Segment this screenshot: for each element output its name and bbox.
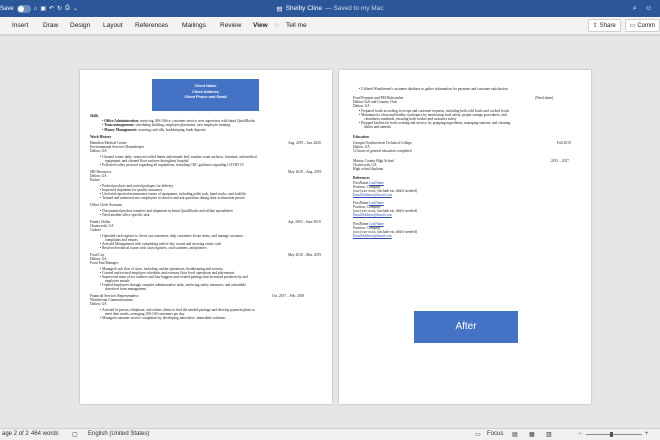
tab-mailings[interactable]: Mailings — [182, 17, 206, 35]
job-bullet: • Trained and mentored new employees to … — [100, 195, 245, 200]
lightbulb-icon: ◌ — [275, 22, 279, 29]
zoom-in-icon[interactable]: + — [645, 431, 649, 437]
ribbon-divider — [0, 35, 660, 36]
tab-review[interactable]: Review — [220, 17, 241, 35]
references-heading: References — [353, 175, 370, 180]
comments-button[interactable]: ▭ Comm — [624, 19, 660, 32]
zoom-slider[interactable] — [586, 434, 642, 435]
zoom-slider-handle[interactable] — [610, 432, 613, 437]
job-date: May 2019 – Aug. 2019 — [288, 170, 322, 174]
share-icon: ⇪ — [592, 23, 598, 29]
document-page-1[interactable]: Client Name Client Address Client Phone … — [80, 70, 332, 404]
focus-button[interactable]: Focus — [487, 431, 503, 437]
comment-icon: ▭ — [629, 23, 636, 29]
skill-label: Office Administration: — [104, 118, 140, 123]
skill-item: • Money Management: counting cash tills,… — [102, 127, 206, 132]
language[interactable]: English (United States) — [88, 431, 149, 437]
skill-label: Team management: — [104, 123, 135, 128]
account-icon[interactable]: ☺ — [645, 5, 652, 12]
tab-references[interactable]: References — [135, 17, 168, 35]
search-icon[interactable]: ⌕ — [633, 5, 637, 13]
after-label-box: After — [414, 311, 518, 343]
header-client-contact: Client Phone and Email — [184, 95, 227, 99]
tab-draw[interactable]: Draw — [43, 17, 58, 35]
skill-item: • Office Administration: invoicing, MS O… — [102, 118, 256, 123]
share-button[interactable]: ⇪ Share — [587, 19, 621, 32]
tab-design[interactable]: Design — [70, 17, 90, 35]
proofing-icon[interactable]: ▢ — [72, 431, 78, 438]
job-bullet: • Utilized Windstream's customer databas… — [359, 87, 508, 91]
education-detail: 12 hours of general education completed — [353, 148, 412, 153]
job-bullet: directives from management. — [105, 286, 148, 291]
education-date: Fall 2019 — [557, 140, 571, 145]
job-organization: Office Clerk Assistant — [90, 203, 122, 207]
job-detail: Dalton, GA — [90, 302, 107, 306]
focus-icon[interactable]: ▭ — [475, 431, 481, 438]
skill-item: • Team management: scheduling building, … — [102, 123, 230, 128]
ribbon-tabs: Insert Draw Design Layout References Mai… — [0, 17, 660, 35]
reference-email[interactable]: EmailAddress@email.com — [353, 193, 392, 197]
skill-text: counting cash tills, bookkeeping, bank d… — [137, 127, 206, 132]
skills-heading: Skills — [90, 114, 99, 118]
job-detail: Front End Manager — [90, 261, 119, 265]
tab-insert[interactable]: Insert — [12, 17, 28, 35]
skill-text: scheduling building, employee placement,… — [134, 123, 230, 128]
comments-label: Comm — [637, 22, 655, 29]
work-history-heading: Work History — [90, 135, 112, 140]
skill-text: invoicing, MS Office, customer service, … — [139, 118, 256, 123]
tab-view[interactable]: View — [253, 17, 268, 35]
job-date: (Need dates) — [535, 95, 554, 100]
education-date: 2013 – 2017 — [551, 158, 569, 163]
reference-email[interactable]: EmailAddress@email.com — [353, 234, 392, 238]
contact-header-box: Client Name Client Address Client Phone … — [152, 79, 259, 111]
job-date: Apr. 2019 – June 2019 — [288, 220, 321, 224]
job-date: May 2018 – Mar. 2019 — [288, 253, 322, 257]
share-label: Share — [599, 22, 616, 29]
job-detail: Cashier — [90, 228, 101, 232]
page-count[interactable]: age 2 of 2 — [2, 431, 29, 437]
job-date: Aug. 2019 – Jun. 2020 — [288, 141, 321, 145]
document-name: Shelby Cline — [285, 5, 323, 12]
job-bullet: • Followed safety protocol regarding all… — [100, 162, 245, 167]
zoom-out-icon[interactable]: − — [578, 431, 582, 437]
print-layout-icon[interactable]: ▦ — [529, 431, 535, 438]
tell-me-search[interactable]: Tell me — [286, 17, 307, 35]
tab-layout[interactable]: Layout — [103, 17, 123, 35]
word-count[interactable]: 464 words — [31, 431, 59, 437]
document-page-2[interactable]: • Utilized Windstream's customer databas… — [339, 70, 591, 404]
status-bar: age 2 of 2 464 words ▢ English (United S… — [0, 428, 660, 440]
title-bar: Save ⌂ ▣ ↶ ↻ ⎙ ⌄ ▤ Shelby Cline — Saved … — [0, 0, 660, 17]
document-status: — Saved to my Mac — [325, 5, 384, 12]
job-detail: Dalton, GA — [353, 103, 370, 108]
job-detail: Dalton, GA — [90, 149, 107, 153]
job-date: Oct. 2017 – Feb. 2018 — [272, 294, 305, 298]
reference-email[interactable]: EmailAddress@email.com — [353, 213, 392, 217]
job-bullet: • Managed customer service complaints by… — [100, 315, 226, 320]
education-detail: High school diploma — [353, 166, 384, 171]
job-bullet: • Resolved technical issues with cash re… — [100, 245, 207, 250]
job-detail: Packer — [90, 178, 100, 182]
job-bullet: • Need another office specific task — [100, 212, 150, 217]
skill-label: Money Management: — [104, 127, 138, 132]
read-mode-icon[interactable]: ▤ — [512, 431, 518, 438]
web-layout-icon[interactable]: ▥ — [546, 431, 552, 438]
word-doc-icon: ▤ — [276, 5, 283, 13]
job-bullet: dishes and utensils — [364, 125, 391, 130]
education-heading: Education — [353, 135, 369, 140]
